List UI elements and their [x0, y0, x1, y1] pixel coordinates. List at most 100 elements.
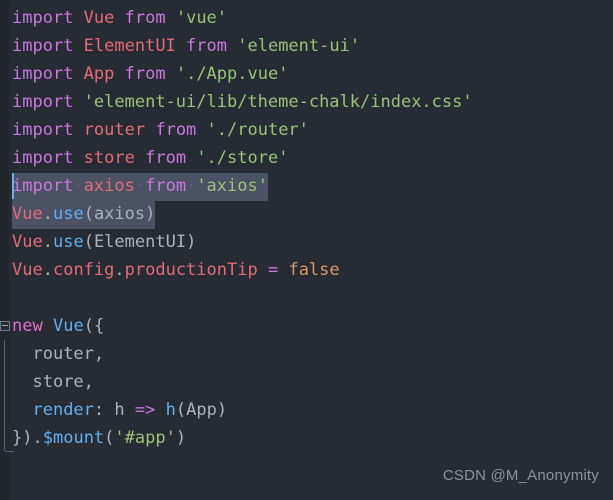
token-identifier-elementui: ElementUI [93, 232, 187, 252]
token-comma: , [83, 372, 94, 392]
token-equals: = [267, 260, 279, 280]
code-line[interactable]: store, [0, 368, 613, 396]
selection-highlight[interactable]: import·axios·from·'axios' [12, 173, 268, 201]
token-string-element-ui: 'element-ui' [237, 36, 361, 56]
token-paren-open: ( [175, 400, 187, 420]
token-keyword-from: from [124, 8, 166, 28]
token-brace-close: } [12, 428, 23, 448]
token-string-app-id: '#app' [114, 428, 176, 448]
whitespace-dot-icon: · [73, 176, 84, 196]
token-keyword-new: new [12, 316, 43, 336]
code-line[interactable]: import ElementUI from 'element-ui' [0, 32, 613, 60]
token-keyword-from: from [145, 148, 187, 168]
token-arrow: => [134, 400, 156, 420]
code-line[interactable]: import store from './store' [0, 144, 613, 172]
token-method-mount: $mount [42, 428, 105, 448]
code-line-selected[interactable]: Vue.use(axios) [0, 200, 613, 229]
code-line[interactable]: Vue.use(ElementUI) [0, 228, 613, 256]
token-string-axios: 'axios' [196, 176, 268, 196]
token-dot: . [42, 232, 53, 252]
token-boolean-false: false [288, 260, 340, 280]
token-identifier-axios: axios [93, 204, 146, 224]
token-keyword-from: from [145, 176, 187, 196]
code-line[interactable]: import Vue from 'vue' [0, 4, 613, 32]
code-line[interactable]: router, [0, 340, 613, 368]
code-line-selected[interactable]: import·axios·from·'axios' [0, 172, 613, 201]
watermark-text: CSDN @M_Anonymity [442, 467, 599, 484]
text-cursor [12, 173, 14, 199]
token-paren-open: ( [83, 204, 94, 224]
token-paren-close: ) [216, 400, 228, 420]
whitespace-dot-icon: · [134, 176, 146, 196]
token-param-h: h [114, 400, 125, 420]
token-dot: . [42, 204, 53, 224]
token-keyword-import: import [12, 64, 74, 84]
code-fold-collapse-icon[interactable] [0, 321, 10, 331]
token-string-store: './store' [196, 148, 289, 168]
token-dot: . [32, 428, 43, 448]
token-identifier-store: store [83, 148, 135, 168]
token-paren-open: ( [83, 316, 94, 336]
token-paren-close: ) [145, 204, 156, 224]
token-method-use: use [52, 232, 84, 252]
token-string-theme-chalk: 'element-ui/lib/theme-chalk/index.css' [83, 92, 473, 112]
token-class-vue: Vue [52, 316, 84, 336]
token-paren-close: ) [22, 428, 33, 448]
token-identifier-elementui: ElementUI [83, 36, 176, 56]
token-identifier-app: App [83, 64, 115, 84]
token-identifier-vue: Vue [12, 204, 43, 224]
code-content[interactable]: import Vue from 'vue' import ElementUI f… [0, 4, 613, 452]
code-line[interactable]: import App from './App.vue' [0, 60, 613, 88]
token-paren-open: ( [83, 232, 94, 252]
token-property-config: config [52, 260, 115, 280]
token-identifier-vue: Vue [12, 232, 43, 252]
token-colon: : [93, 400, 105, 420]
code-line[interactable]: render: h => h(App) [0, 396, 613, 424]
token-string-router: './router' [206, 120, 309, 140]
token-keyword-import: import [12, 92, 74, 112]
code-line-blank[interactable] [0, 284, 613, 312]
token-keyword-import: import [12, 120, 74, 140]
token-keyword-import: import [12, 36, 74, 56]
token-paren-close: ) [186, 232, 197, 252]
token-keyword-import: import [12, 8, 74, 28]
code-line[interactable]: Vue.config.productionTip = false [0, 256, 613, 284]
token-keyword-import: import [12, 176, 74, 196]
code-line[interactable]: new Vue({ [0, 312, 613, 340]
token-identifier-vue: Vue [83, 8, 115, 28]
selection-highlight[interactable]: Vue.use(axios) [12, 201, 156, 229]
token-brace-open: { [93, 316, 105, 336]
token-keyword-from: from [124, 64, 166, 84]
token-identifier-app: App [186, 400, 217, 420]
token-keyword-from: from [186, 36, 227, 56]
token-string-vue: 'vue' [175, 8, 228, 28]
token-comma: , [93, 344, 105, 364]
code-line[interactable]: import router from './router' [0, 116, 613, 144]
code-line[interactable]: import 'element-ui/lib/theme-chalk/index… [0, 88, 613, 116]
token-dot: . [114, 260, 125, 280]
code-editor[interactable]: import Vue from 'vue' import ElementUI f… [0, 0, 613, 500]
code-line[interactable]: }).$mount('#app') [0, 424, 613, 452]
token-paren-open: ( [104, 428, 115, 448]
whitespace-dot-icon: · [186, 176, 197, 196]
